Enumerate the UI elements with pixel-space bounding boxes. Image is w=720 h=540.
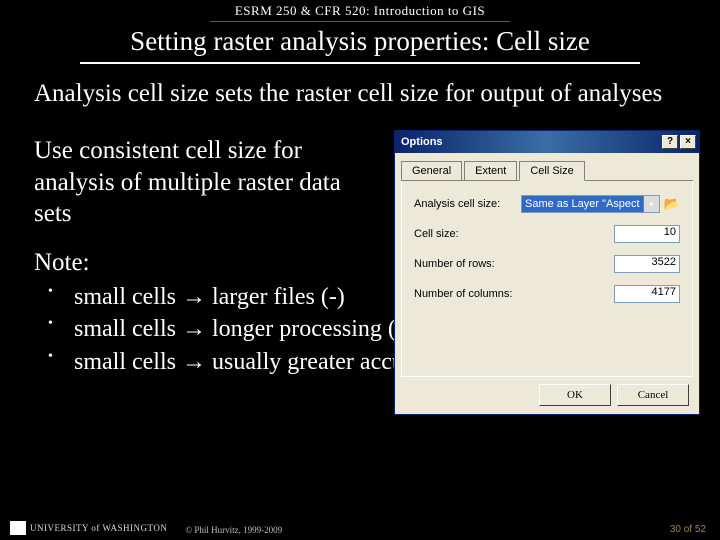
analysis-cell-size-label: Analysis cell size: (414, 198, 521, 210)
cols-label: Number of columns: (414, 288, 521, 300)
rows-row: Number of rows: 3522 (414, 255, 680, 273)
analysis-cell-size-select[interactable]: Same as Layer "Aspect of ▾ (521, 195, 660, 213)
open-file-icon[interactable]: 📂 (664, 196, 680, 212)
cols-input[interactable]: 4177 (614, 285, 680, 303)
cancel-button[interactable]: Cancel (617, 384, 689, 406)
cellsize-row: Cell size: 10 (414, 225, 680, 243)
close-button[interactable]: × (680, 135, 696, 149)
uw-logo-text: UNIVERSITY of WASHINGTON (30, 523, 167, 533)
rows-label: Number of rows: (414, 258, 521, 270)
page-number: 30 of 52 (670, 524, 706, 535)
copyright: © Phil Hurvitz, 1999-2009 (185, 525, 282, 535)
tab-cell-size[interactable]: Cell Size (519, 161, 584, 181)
title-block: Setting raster analysis properties: Cell… (0, 26, 720, 64)
paragraph-2: Use consistent cell size for analysis of… (34, 135, 354, 229)
rows-input[interactable]: 3522 (614, 255, 680, 273)
analysis-cell-size-value: Same as Layer "Aspect of (525, 198, 652, 210)
slide-title: Setting raster analysis properties: Cell… (0, 26, 720, 57)
cellsize-label: Cell size: (414, 228, 521, 240)
dialog-titlebar[interactable]: Options ? × (395, 131, 699, 153)
options-dialog: Options ? × General Extent Cell Size Ana… (394, 130, 700, 415)
cellsize-input[interactable]: 10 (614, 225, 680, 243)
help-button[interactable]: ? (662, 135, 678, 149)
analysis-cell-size-row: Analysis cell size: Same as Layer "Aspec… (414, 195, 680, 213)
dialog-button-row: OK Cancel (539, 384, 689, 406)
uw-logo: UNIVERSITY of WASHINGTON (10, 521, 167, 535)
course-header: ESRM 250 & CFR 520: Introduction to GIS (0, 0, 720, 19)
paragraph-1: Analysis cell size sets the raster cell … (34, 78, 686, 109)
tab-extent[interactable]: Extent (464, 161, 517, 180)
tab-panel: Analysis cell size: Same as Layer "Aspec… (401, 181, 693, 377)
footer: UNIVERSITY of WASHINGTON © Phil Hurvitz,… (0, 521, 720, 535)
tab-general[interactable]: General (401, 161, 462, 180)
ok-button[interactable]: OK (539, 384, 611, 406)
tab-strip: General Extent Cell Size (401, 161, 693, 181)
uw-logo-mark (10, 521, 26, 535)
cols-row: Number of columns: 4177 (414, 285, 680, 303)
chevron-down-icon[interactable]: ▾ (643, 196, 659, 212)
course-header-rule (210, 21, 510, 22)
dialog-title: Options (401, 136, 443, 148)
slide: ESRM 250 & CFR 520: Introduction to GIS … (0, 0, 720, 540)
dialog-client: General Extent Cell Size Analysis cell s… (395, 153, 699, 383)
